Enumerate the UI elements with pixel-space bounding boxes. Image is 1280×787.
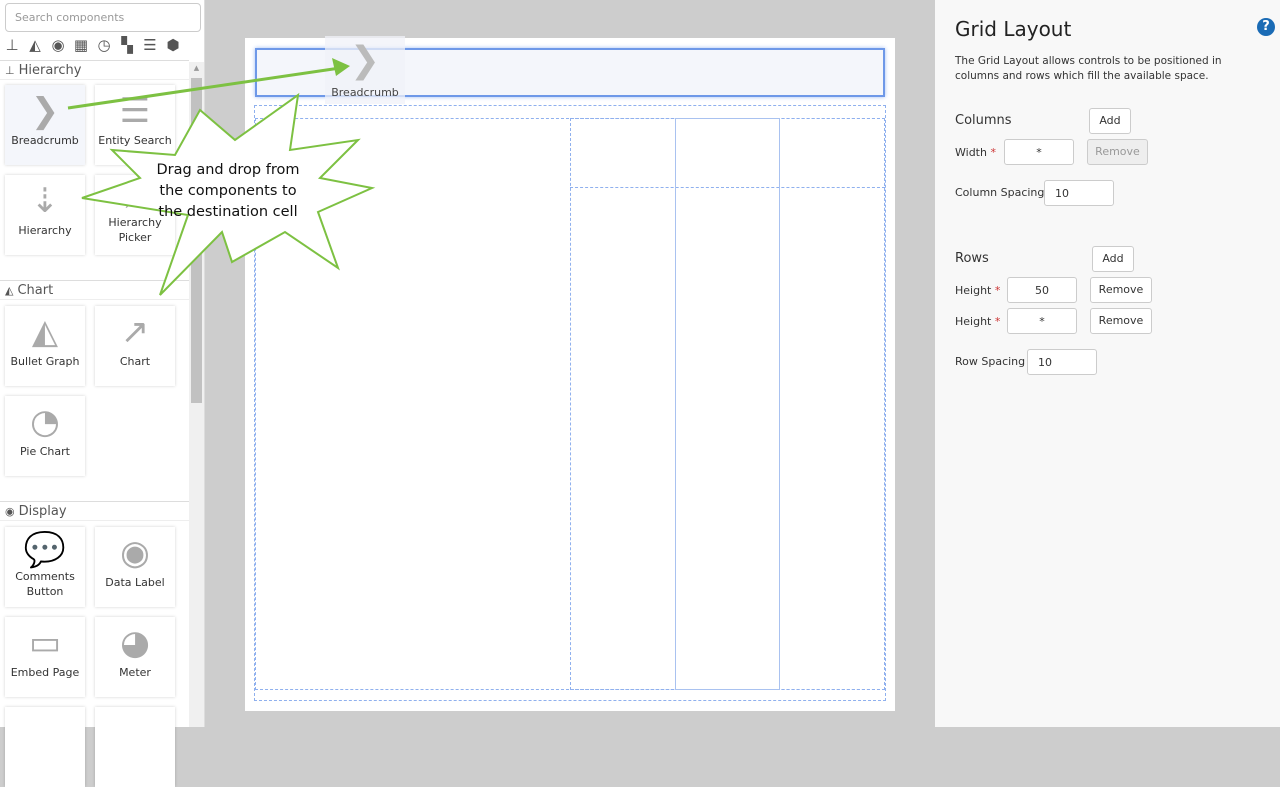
rows-heading: Rows [955,251,989,266]
tile-label: Hierarchy [18,224,72,237]
section-header-hierarchy: ⊥ Hierarchy [0,60,189,80]
scrollbar-thumb[interactable] [191,78,202,403]
chart-category-icon[interactable]: ◭ [25,35,45,55]
tile-label: Entity Search [98,134,172,147]
tile-breadcrumb[interactable]: ❯ Breadcrumb [5,85,85,165]
monitor-icon: ▭ [28,623,62,663]
section-title: Chart [17,283,54,298]
panel-description: The Grid Layout allows controls to be po… [955,55,1222,82]
tile-pie-chart[interactable]: ◔ Pie Chart [5,396,85,476]
scroll-up-icon[interactable]: ▲ [191,62,202,74]
row-height-input[interactable] [1007,277,1077,303]
tile-label: Breadcrumb [11,134,79,147]
section-header-display: ◉ Display [0,501,189,521]
component-sidebar: ⊥ ◭ ◉ ▦ ◷ ▚ ☰ ⬢ ⊥Hierarchy ❯Breadcrumb ☰… [0,0,205,787]
height-label: Height * [955,284,1000,297]
required-mark: * [994,315,1001,328]
hierarchy-down-icon: ⇣ [30,181,60,221]
callout-text: Drag and drop from the components to the… [143,160,313,223]
tile-entity-search[interactable]: ☰ Entity Search [95,85,175,165]
required-mark: * [994,284,1001,297]
gauge-icon: ◕ [120,623,150,663]
add-column-button[interactable]: Add [1089,108,1131,134]
callout-line: the components to [159,183,297,199]
tile-label: Bullet Graph [10,355,80,368]
required-mark: * [990,146,996,159]
search-components-input[interactable] [5,3,201,32]
section-title: Hierarchy [18,63,82,78]
tile-label: Pie Chart [20,445,70,458]
row-height-input[interactable] [1007,308,1077,334]
table-category-icon[interactable]: ▦ [71,35,91,55]
hierarchy-icon: ⊥ [5,64,15,77]
line-chart-icon: ↗ [120,312,150,352]
remove-row-button[interactable]: Remove [1090,277,1152,303]
tile-chart[interactable]: ↗ Chart [95,306,175,386]
chevron-right-icon: ❯ [349,40,381,81]
add-row-button[interactable]: Add [1092,246,1134,272]
chart-icon: ◭ [5,284,14,297]
label-text: Height [955,315,992,328]
callout-line: the destination cell [158,204,298,220]
width-label: Width * [955,146,996,159]
eye-icon: ◉ [120,533,150,573]
tile-label: Comments Button [15,570,75,598]
callout-line: Drag and drop from [156,162,300,178]
column-spacing-input[interactable] [1044,180,1114,206]
list-icon: ☰ [119,91,151,131]
label-text: Height [955,284,992,297]
tile-data-label[interactable]: ◉ Data Label [95,527,175,607]
time-category-icon[interactable]: ◷ [94,35,114,55]
other-category-icon[interactable]: ⬢ [163,35,183,55]
eye-icon: ◉ [5,505,15,518]
hierarchy-category-icon[interactable]: ⊥ [2,35,22,55]
tile-more[interactable] [95,707,175,787]
tile-label: Data Label [105,576,165,589]
pie-chart-icon: ◔ [30,402,60,442]
tile-bullet-graph[interactable]: ◭ Bullet Graph [5,306,85,386]
column-width-input[interactable] [1004,139,1074,165]
tile-comments-button[interactable]: 💬 Comments Button [5,527,85,607]
section-title: Display [18,504,67,519]
filter-category-icon[interactable]: ☰ [140,35,160,55]
help-icon[interactable]: ? [1257,18,1275,36]
label-text: Width [955,146,987,159]
remove-row-button[interactable]: Remove [1090,308,1152,334]
tile-hierarchy[interactable]: ⇣ Hierarchy [5,175,85,255]
area-chart-icon: ◭ [31,312,59,352]
drag-ghost-breadcrumb: ❯ Breadcrumb [325,36,405,104]
row-spacing-input[interactable] [1027,349,1097,375]
column-spacing-label: Column Spacing [955,186,1045,199]
chevron-right-icon: ❯ [30,91,60,131]
tile-label: Embed Page [10,666,80,679]
display-category-icon[interactable]: ◉ [48,35,68,55]
height-label: Height * [955,315,1000,328]
columns-heading: Columns [955,113,1012,128]
tile-embed-page[interactable]: ▭ Embed Page [5,617,85,697]
tile-label: Meter [119,666,151,679]
properties-panel: Grid Layout ? The Grid Layout allows con… [935,0,1280,727]
tile-label: Chart [119,355,151,368]
comments-icon: 💬 [23,530,67,570]
row-spacing-label: Row Spacing [955,355,1026,368]
tile-meter[interactable]: ◕ Meter [95,617,175,697]
remove-column-button[interactable]: Remove [1087,139,1148,165]
grid-cell-middle[interactable] [675,118,780,690]
category-filter-bar: ⊥ ◭ ◉ ▦ ◷ ▚ ☰ ⬢ [2,35,183,55]
panel-title: Grid Layout [955,17,1072,41]
tile-more[interactable] [5,707,85,787]
section-header-chart: ◭ Chart [0,280,189,300]
layout-category-icon[interactable]: ▚ [117,35,137,55]
drag-ghost-label: Breadcrumb [331,86,399,99]
